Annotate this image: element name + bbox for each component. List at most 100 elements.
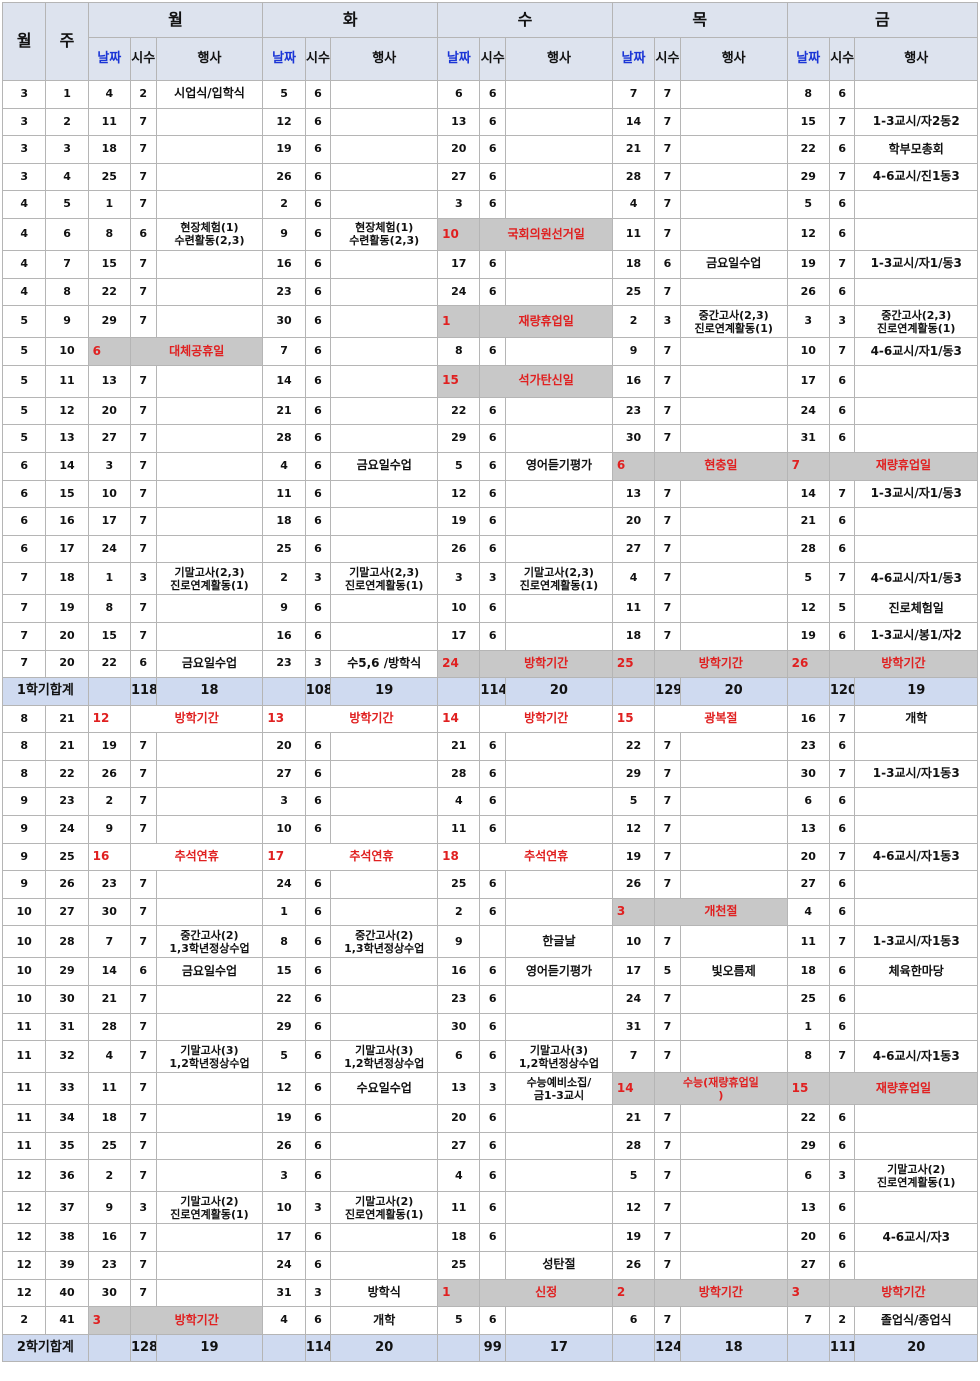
hours-cell: 6: [304, 217, 332, 251]
table-row: 3 2 11 7 12 6 13 6 14 7 15 7 1-3교시/자2동2: [1, 107, 978, 137]
table-row: 4 7 15 7 16 6 17 6 18 6 금요일수업 19 7 1-3교시/자1/동3: [1, 249, 978, 279]
event-cell: [679, 479, 788, 509]
hours-column-header: 시수: [129, 37, 157, 81]
event-cell: 한글날: [505, 925, 613, 959]
date-cell: 26: [262, 162, 306, 192]
hours-cell: 6: [828, 621, 856, 651]
hours-cell: 6: [304, 621, 332, 651]
date-cell: 3: [262, 787, 306, 817]
hours-cell: 7: [129, 897, 157, 927]
date-cell: 22: [786, 135, 830, 164]
event-cell: 졸업식/종업식: [854, 1306, 978, 1335]
hours-cell: 6: [479, 1159, 507, 1193]
week-cell: 19: [45, 594, 89, 623]
event-cell: [330, 534, 439, 564]
total-hours-cell: 120: [828, 677, 856, 706]
date-cell: 14: [611, 107, 656, 137]
total-days-cell: 18: [679, 1333, 788, 1363]
month-cell: 4: [1, 190, 47, 219]
hours-cell: 7: [654, 217, 681, 251]
date-cell: 20: [437, 135, 481, 164]
date-cell: 11: [87, 1072, 131, 1106]
date-cell: 6: [786, 1159, 830, 1193]
table-row: 9 24 9 7 10 6 11 6 12 7 13 6: [1, 815, 978, 844]
date-cell: 10: [87, 479, 131, 509]
event-cell: 영어듣기평가: [505, 451, 613, 481]
date-cell: 2: [611, 1278, 656, 1308]
date-cell: 9: [87, 1191, 131, 1225]
week-cell: 12: [45, 396, 89, 426]
event-line: 진로연계활동(1): [877, 1175, 956, 1189]
hours-cell: 3: [129, 1191, 157, 1225]
date-cell: 1: [786, 1012, 830, 1042]
hours-cell: 6: [828, 957, 856, 987]
event-cell: [155, 985, 264, 1014]
total-blank-cell: [437, 1333, 481, 1363]
hours-cell: 3: [479, 562, 507, 596]
event-cell: 방학식: [330, 1278, 439, 1308]
event-line: 진로연계활동(1): [170, 578, 249, 592]
table-row: 9 23 2 7 3 6 4 6 5 7 6 6: [1, 787, 978, 817]
calendar-body: 3 1 4 2 시업식/입학식 5 6 6 6 7 7 8 6 3 2 11 7 12 6 13 6 14 7 15 7 1-3교…: [1, 80, 979, 1363]
table-row: 10 27 30 7 1 6 2 6 3 개천절 4 6: [1, 897, 978, 927]
hours-cell: 7: [654, 337, 681, 366]
date-cell: 6: [611, 451, 656, 481]
event-line: 1,2학년정상수업: [169, 1056, 250, 1070]
hours-cell: 2: [828, 1306, 856, 1335]
event-cell: [155, 897, 264, 927]
table-row: 8 21 12 방학기간 13 방학기간 14 방학기간 15 광복절 16 7 개학: [1, 704, 978, 734]
week-cell: 1: [45, 80, 89, 109]
date-cell: 7: [611, 80, 656, 109]
date-cell: 13: [262, 704, 306, 734]
hours-cell: 6: [304, 1072, 332, 1106]
date-cell: 2: [262, 190, 306, 219]
event-cell: 수능예비소집/금1-3교시: [505, 1072, 613, 1106]
event-line: 1,3학년정상수업: [344, 941, 425, 955]
event-cell: [155, 479, 264, 509]
event-line: 기말고사(3): [180, 1043, 239, 1057]
date-cell: 25: [786, 985, 830, 1014]
date-cell: 7: [786, 1306, 830, 1335]
date-cell: 11: [437, 1191, 481, 1225]
event-cell: [330, 985, 439, 1014]
holiday-event-cell: 추석연휴: [129, 842, 264, 872]
date-cell: 13: [786, 815, 830, 844]
date-cell: 19: [611, 842, 656, 872]
event-cell: [330, 396, 439, 426]
date-cell: 20: [262, 732, 306, 761]
event-cell: [679, 562, 788, 596]
date-cell: 6: [437, 80, 481, 109]
event-cell: [330, 479, 439, 509]
date-cell: 20: [786, 842, 830, 872]
table-row: 6 17 24 7 25 6 26 6 27 7 28 6: [1, 534, 978, 564]
hours-cell: 7: [654, 732, 681, 761]
event-cell: [330, 1131, 439, 1161]
event-cell: [330, 815, 439, 844]
date-cell: 2: [437, 897, 481, 927]
event-cell: 수5,6 /방학식: [330, 649, 439, 679]
date-cell: 19: [786, 621, 830, 651]
event-cell: [679, 217, 788, 251]
event-line: 진로연계활동(1): [694, 321, 773, 335]
date-cell: 18: [87, 1104, 131, 1133]
event-cell: 기말고사(2,3) 진로연계활동(1): [155, 562, 264, 596]
hours-cell: 7: [129, 759, 157, 789]
event-cell: [155, 594, 264, 623]
hours-cell: 7: [129, 396, 157, 426]
hours-cell: 6: [828, 815, 856, 844]
date-cell: 5: [786, 190, 830, 219]
hours-cell: 5: [654, 957, 681, 987]
date-cell: 6: [437, 1040, 481, 1074]
date-cell: 5: [437, 451, 481, 481]
date-cell: 2: [87, 787, 131, 817]
date-cell: 5: [437, 1306, 481, 1335]
event-cell: [679, 594, 788, 623]
date-cell: 3: [611, 897, 656, 927]
hours-cell: 6: [828, 1012, 856, 1042]
date-cell: 16: [262, 249, 306, 279]
event-cell: [854, 424, 978, 453]
hours-cell: 3: [479, 1072, 507, 1106]
month-cell: 12: [1, 1278, 47, 1308]
event-cell: [679, 815, 788, 844]
date-cell: 14: [437, 704, 481, 734]
